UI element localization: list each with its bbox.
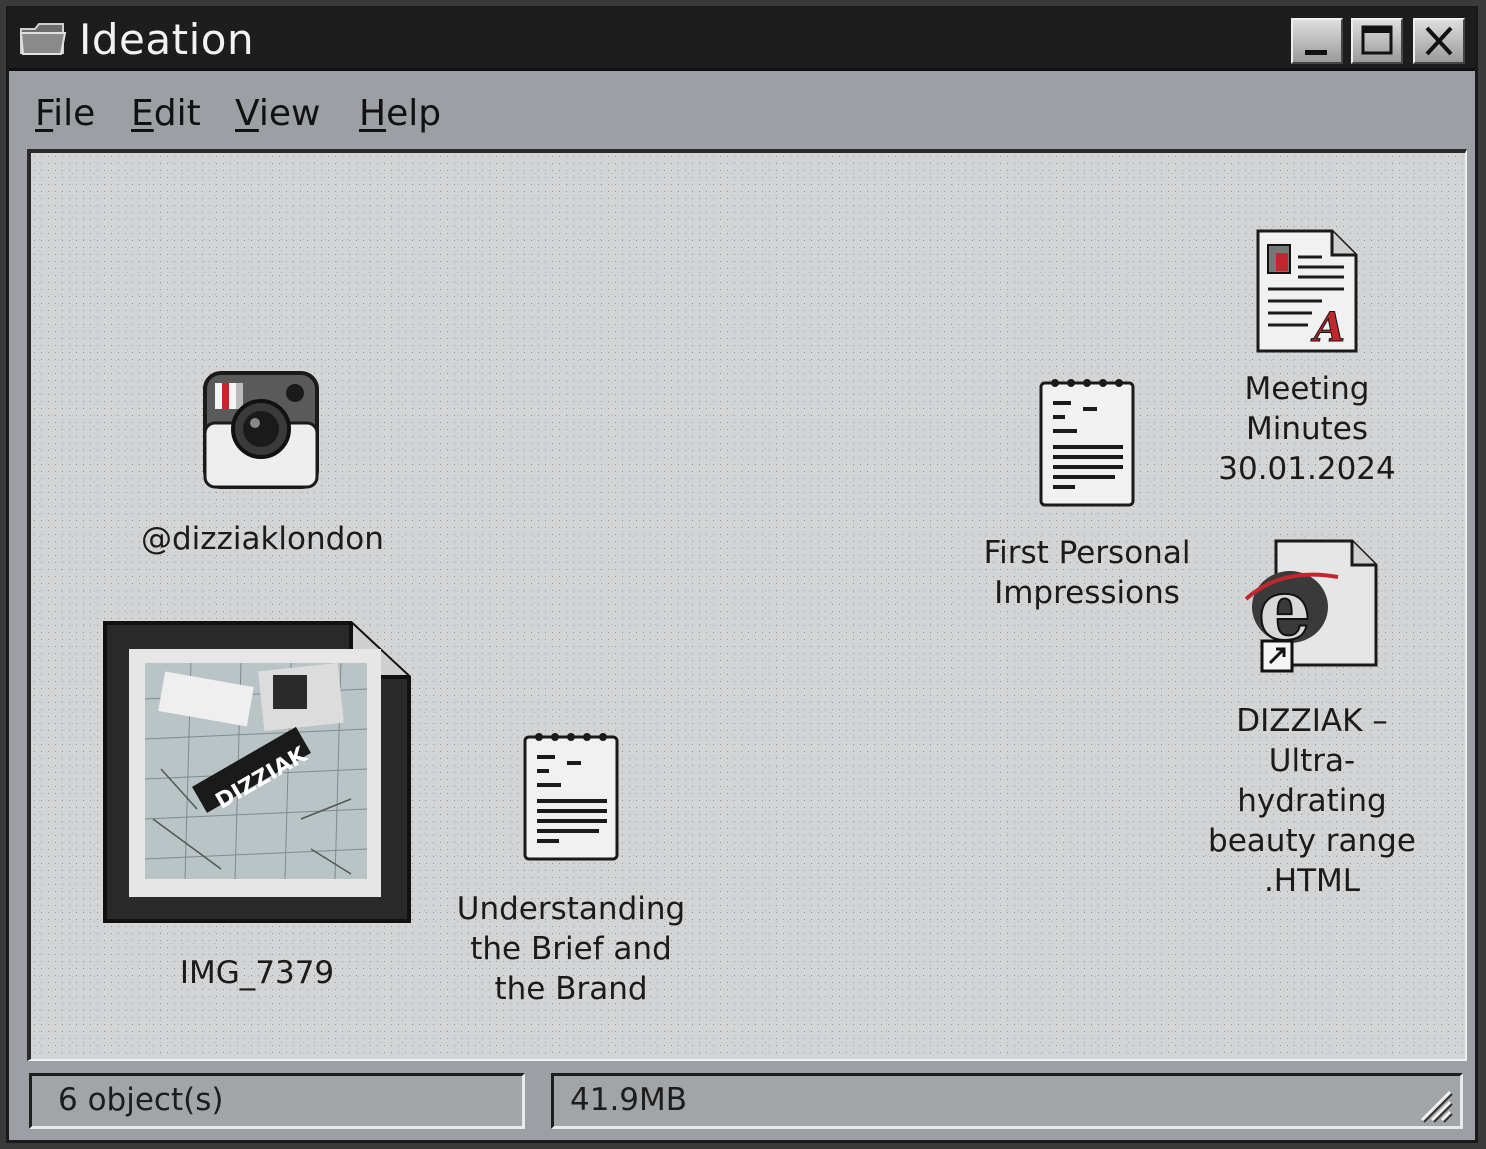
maximize-button[interactable]	[1351, 18, 1403, 64]
close-button[interactable]	[1413, 18, 1465, 64]
menu-help[interactable]: Help	[359, 93, 441, 134]
icon-label: @dizziaklondon	[141, 521, 384, 557]
document-icon: A	[1256, 229, 1358, 353]
desktop-icon-meeting-minutes[interactable]: A Meeting Minutes 30.01.2024	[1187, 227, 1427, 489]
folder-content-area[interactable]: @dizziaklondon DIZZIAK IMG_7379 Understa…	[27, 149, 1467, 1061]
icon-label: Understanding the Brief and the Brand	[456, 891, 686, 1007]
resize-grip-icon[interactable]	[1414, 1084, 1454, 1124]
internet-explorer-shortcut-icon: e	[1244, 539, 1378, 673]
menu-view[interactable]: View	[235, 93, 320, 134]
desktop-icon-img-7379[interactable]: DIZZIAK IMG_7379	[101, 619, 413, 993]
maximize-icon	[1361, 25, 1393, 55]
menu-file[interactable]: File	[35, 93, 95, 134]
icon-label: First Personal Impressions	[983, 535, 1191, 611]
status-panel-objects: 6 object(s)	[29, 1073, 525, 1129]
window-title: Ideation	[79, 15, 255, 64]
instagram-camera-icon	[203, 371, 319, 489]
desktop-icon-understanding-brief[interactable]: Understanding the Brief and the Brand	[451, 727, 691, 1009]
explorer-window: Ideation File Edit View Help @dizziaklon…	[6, 6, 1478, 1143]
desktop-icon-instagram[interactable]: @dizziaklondon	[141, 367, 384, 559]
total-size: 41.9MB	[570, 1082, 688, 1118]
status-bar: 6 object(s) 41.9MB	[9, 1063, 1475, 1143]
menu-edit[interactable]: Edit	[131, 93, 201, 134]
close-icon	[1425, 26, 1453, 56]
minimize-icon	[1305, 50, 1327, 55]
svg-text:A: A	[1310, 304, 1345, 351]
icon-label: Meeting Minutes 30.01.2024	[1218, 371, 1396, 487]
title-bar[interactable]: Ideation	[9, 9, 1475, 71]
object-count: 6 object(s)	[58, 1082, 224, 1118]
icon-label: DIZZIAK – Ultra- hydrating beauty range …	[1208, 703, 1416, 899]
menu-bar: File Edit View Help	[9, 71, 1475, 151]
notepad-icon	[1039, 379, 1135, 507]
folder-icon	[19, 21, 67, 57]
icon-label: IMG_7379	[179, 955, 335, 991]
desktop-icon-dizziak-html[interactable]: e DIZZIAK – Ultra- hydrating beauty rang…	[1187, 537, 1437, 901]
status-panel-size: 41.9MB	[551, 1073, 1463, 1129]
image-photo-icon: DIZZIAK	[103, 621, 411, 923]
minimize-button[interactable]	[1291, 18, 1343, 64]
notepad-icon	[523, 733, 619, 861]
desktop-icon-first-personal-impressions[interactable]: First Personal Impressions	[967, 373, 1207, 613]
